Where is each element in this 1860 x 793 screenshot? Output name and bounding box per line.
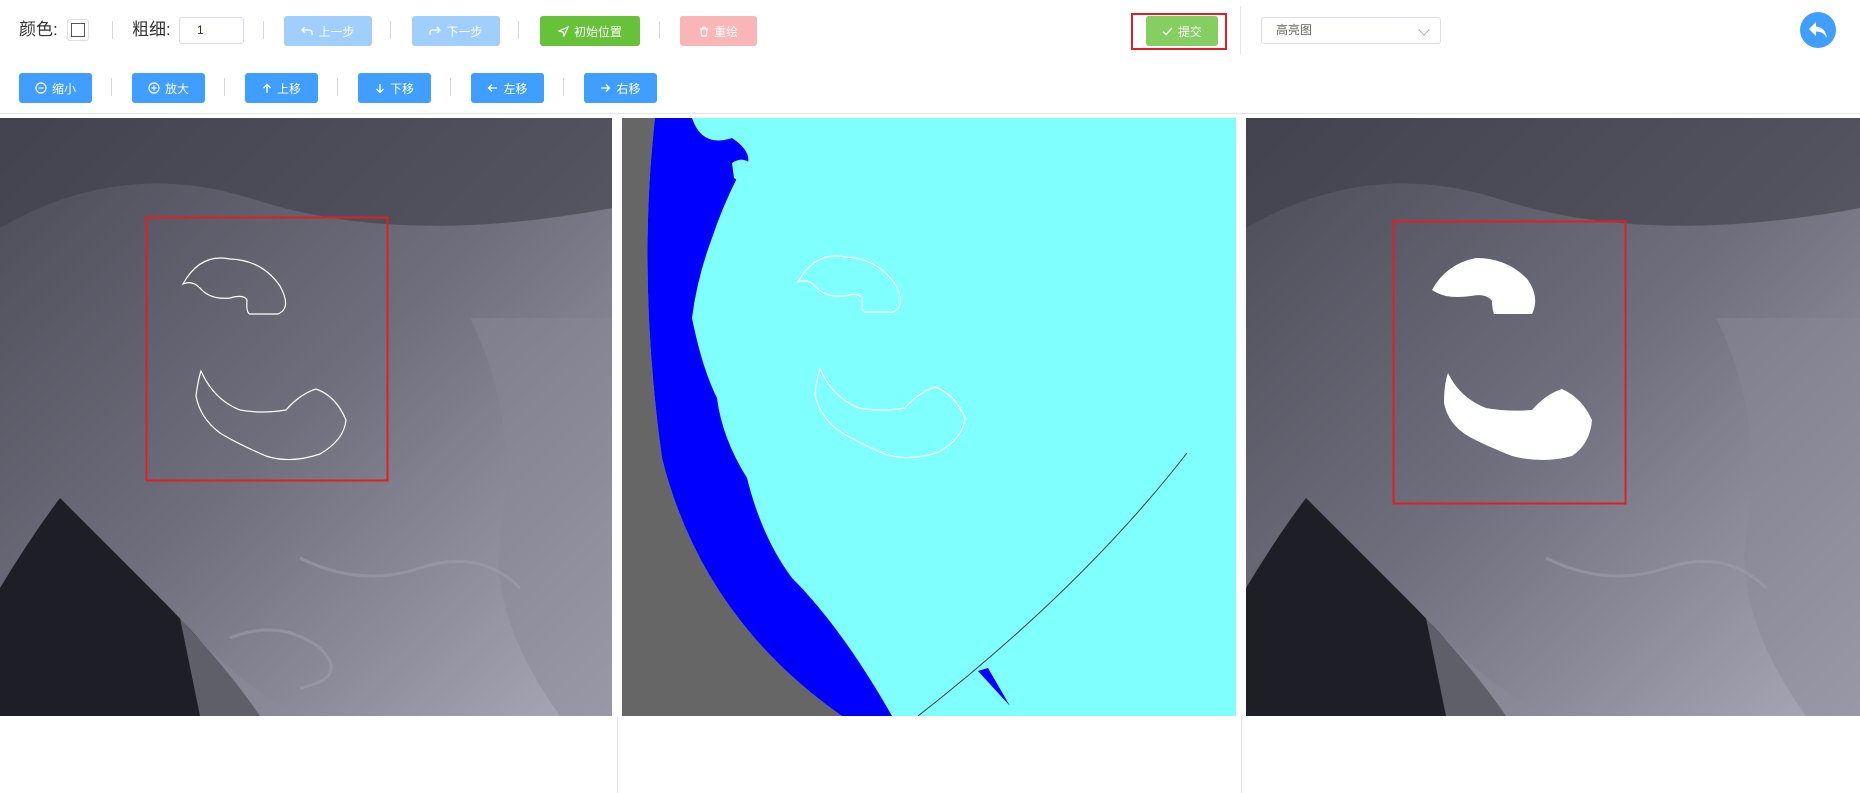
- divider: [390, 21, 391, 39]
- satellite-image: [0, 118, 612, 716]
- original-image-panel[interactable]: [0, 118, 612, 716]
- move-left-button[interactable]: 左移: [471, 73, 544, 103]
- highlight-image: [1246, 118, 1860, 716]
- divider: [1240, 6, 1241, 54]
- arrow-left-icon: [488, 84, 498, 92]
- reset-position-button[interactable]: 初始位置: [540, 16, 640, 46]
- move-up-button[interactable]: 上移: [245, 73, 318, 103]
- trash-icon: [699, 26, 708, 37]
- divider: [337, 78, 338, 96]
- divider: [111, 78, 112, 96]
- panel-divider: [1241, 716, 1242, 793]
- arrow-up-icon: [263, 83, 271, 93]
- navigation-toolbar: 缩小 放大 上移 下移 左移 右移: [0, 61, 1860, 114]
- divider: [659, 21, 660, 39]
- divider: [224, 78, 225, 96]
- thickness-input[interactable]: 1: [179, 17, 244, 44]
- move-down-label: 下移: [389, 81, 414, 96]
- zoom-out-button[interactable]: 缩小: [19, 73, 92, 103]
- top-toolbar: 颜色: 粗细: 1 上一步 下一步 初始位置 重绘 提交 高亮图: [0, 0, 1860, 62]
- view-select-value: 高亮图: [1276, 23, 1313, 37]
- redo-button[interactable]: 下一步: [412, 16, 500, 46]
- panel-divider: [617, 716, 618, 793]
- return-arrow-icon: [1809, 22, 1827, 38]
- chevron-down-icon: [1418, 24, 1430, 36]
- move-left-label: 左移: [503, 81, 528, 96]
- color-picker[interactable]: [67, 19, 89, 41]
- arrow-down-icon: [376, 83, 384, 93]
- color-swatch: [71, 23, 85, 37]
- mask-image: [622, 118, 1236, 716]
- submit-label: 提交: [1177, 24, 1202, 39]
- navigation-arrow-icon: [557, 25, 569, 37]
- back-button[interactable]: [1800, 12, 1836, 48]
- color-label: 颜色:: [19, 20, 58, 39]
- move-right-label: 右移: [616, 81, 641, 96]
- zoom-in-label: 放大: [164, 81, 189, 96]
- zoom-out-label: 缩小: [51, 81, 76, 96]
- thickness-label: 粗细:: [132, 20, 171, 39]
- redraw-label: 重绘: [713, 24, 738, 39]
- submit-button[interactable]: 提交: [1146, 16, 1218, 46]
- undo-label: 上一步: [318, 24, 355, 39]
- move-right-button[interactable]: 右移: [584, 73, 657, 103]
- plus-circle-icon: [148, 82, 160, 94]
- zoom-in-button[interactable]: 放大: [132, 73, 205, 103]
- view-select[interactable]: 高亮图: [1261, 17, 1441, 44]
- reset-position-label: 初始位置: [573, 24, 622, 39]
- undo-button[interactable]: 上一步: [284, 16, 372, 46]
- divider: [112, 21, 113, 39]
- arrow-right-icon: [601, 84, 611, 92]
- highlight-panel[interactable]: [1246, 118, 1860, 716]
- mask-panel[interactable]: [622, 118, 1236, 716]
- redo-icon: [429, 26, 442, 35]
- check-icon: [1162, 27, 1173, 36]
- move-down-button[interactable]: 下移: [358, 73, 431, 103]
- redraw-button[interactable]: 重绘: [680, 16, 757, 46]
- move-up-label: 上移: [276, 81, 301, 96]
- divider: [518, 21, 519, 39]
- divider: [450, 78, 451, 96]
- minus-circle-icon: [35, 82, 47, 94]
- redo-label: 下一步: [446, 24, 483, 39]
- divider: [563, 78, 564, 96]
- divider: [263, 21, 264, 39]
- undo-icon: [301, 26, 314, 35]
